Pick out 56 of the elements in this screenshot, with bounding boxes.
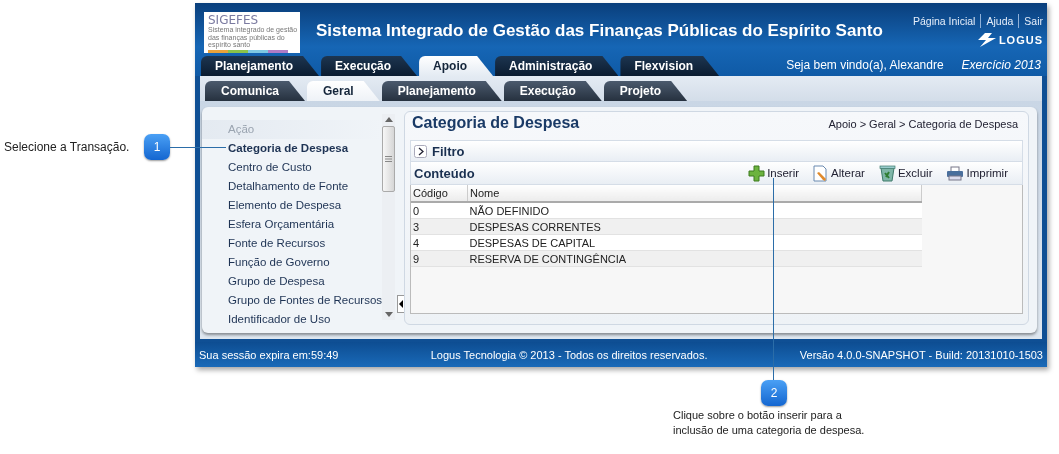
section-title: Conteúdo bbox=[414, 165, 475, 181]
toolbar-button[interactable]: Imprimir bbox=[946, 165, 1008, 181]
header-link[interactable]: Página Inicial bbox=[913, 15, 976, 27]
main-tab[interactable]: Administração bbox=[495, 56, 619, 76]
exercise-year: Exercício 2013 bbox=[961, 58, 1041, 74]
filter-label: Filtro bbox=[432, 143, 465, 159]
main-tab[interactable]: Planejamento bbox=[201, 56, 320, 76]
callout-badge: 1 bbox=[144, 134, 170, 160]
callout-text: Clique sobre o botão inserir para a inclusão de uma categoria de despesa. bbox=[673, 408, 866, 438]
main-tab[interactable]: Apoio bbox=[419, 56, 494, 76]
sidebar-item[interactable]: Detalhamento de Fonte bbox=[228, 177, 383, 196]
scrollbar[interactable] bbox=[382, 114, 396, 320]
sidebar-item[interactable]: Identificador de Uso bbox=[228, 310, 383, 329]
filter-bar[interactable]: Filtro bbox=[410, 140, 1023, 162]
sidebar-item[interactable]: Categoria de Despesa bbox=[228, 139, 383, 158]
copyright-text: Logus Tecnologia © 2013 - Todos os direitos reservados. bbox=[430, 348, 708, 361]
callout-text: Selecione a Transação. bbox=[4, 140, 130, 154]
sub-tab[interactable]: Comunica bbox=[205, 81, 305, 101]
version-text: Versão 4.0.0-SNAPSHOT - Build: 20131010-1503 bbox=[799, 348, 1043, 361]
sub-tab[interactable]: Geral bbox=[307, 81, 380, 101]
toolbar-button[interactable]: Excluir bbox=[878, 164, 933, 182]
column-header[interactable]: Código bbox=[411, 185, 468, 202]
brand-name: LOGUS bbox=[998, 34, 1043, 46]
sidebar-item[interactable]: Grupo de Despesa bbox=[228, 272, 383, 291]
grip-icon bbox=[385, 156, 393, 162]
sidebar-item[interactable]: Centro de Custo bbox=[228, 158, 383, 177]
callout-badge: 2 bbox=[761, 380, 787, 406]
main-tab[interactable]: Flexvision bbox=[620, 56, 720, 76]
page-title: Categoria de Despesa bbox=[411, 114, 580, 132]
sub-tab[interactable]: Execução bbox=[503, 81, 602, 101]
scroll-down-icon[interactable] bbox=[384, 312, 393, 317]
header-link[interactable]: Ajuda bbox=[986, 15, 1014, 27]
header-link[interactable]: Sair bbox=[1024, 15, 1043, 27]
main-tab[interactable]: Execução bbox=[321, 56, 418, 76]
sidebar-item[interactable]: Esfera Orçamentária bbox=[228, 215, 383, 234]
document-pencil-icon bbox=[813, 164, 830, 182]
breadcrumb: Apoio > Geral > Categoria de Despesa bbox=[828, 118, 1018, 130]
sidebar-item[interactable]: Elemento de Despesa bbox=[228, 196, 383, 215]
expand-icon[interactable] bbox=[414, 144, 427, 158]
sidebar-item[interactable]: Grupo de Fontes de Recursos bbox=[228, 291, 383, 310]
printer-icon bbox=[946, 165, 965, 181]
session-timer: Sua sessão expira em:59:49 bbox=[199, 348, 339, 361]
scroll-up-icon[interactable] bbox=[384, 117, 393, 122]
toolbar-button[interactable]: Inserir bbox=[748, 164, 800, 182]
stripes-icon bbox=[208, 49, 288, 53]
trash-icon bbox=[878, 164, 896, 182]
leader-line bbox=[170, 147, 226, 148]
sub-tab[interactable]: Planejamento bbox=[381, 81, 502, 101]
column-header[interactable]: Nome bbox=[467, 185, 922, 202]
app-title: Sistema Integrado de Gestão das Finanças Públicas do Espírito Santo bbox=[316, 21, 883, 41]
welcome-text: Seja bem vindo(a), Alexandre bbox=[786, 58, 944, 74]
sidebar-item[interactable]: Função de Governo bbox=[228, 253, 383, 272]
toolbar-button[interactable]: Alterar bbox=[813, 164, 865, 182]
plus-icon bbox=[748, 164, 766, 182]
sidebar-item[interactable]: Fonte de Recursos bbox=[228, 234, 383, 253]
sub-tab[interactable]: Projeto bbox=[603, 81, 688, 101]
